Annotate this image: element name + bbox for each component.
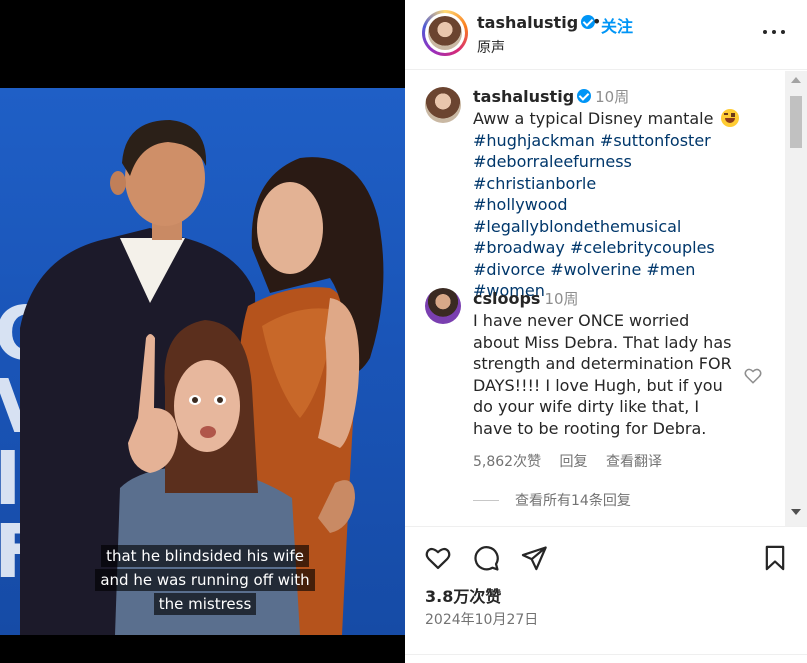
- comment-like-heart-icon[interactable]: [744, 367, 762, 385]
- comment-text: I have never ONCE worried about Miss Deb…: [473, 311, 732, 438]
- caption-author[interactable]: tashalustig 10周: [473, 86, 629, 107]
- hashtag-link[interactable]: #hollywood: [473, 195, 568, 214]
- comment-like-count: 5,862次赞: [473, 454, 542, 470]
- post-header: tashalustig • 关注 原声: [405, 0, 807, 70]
- caption-text: Aww a typical Disney mantale #hughjackma…: [473, 108, 743, 302]
- commenter-name[interactable]: csloops 10周: [473, 288, 579, 309]
- scrollbar-thumb[interactable]: [790, 96, 802, 148]
- more-options-icon[interactable]: [761, 20, 787, 44]
- caption-author-avatar[interactable]: [425, 87, 461, 123]
- verified-badge-icon: [577, 89, 592, 103]
- post-photo[interactable]: CK VI I F: [0, 88, 405, 635]
- scroll-up-arrow-icon[interactable]: [791, 77, 801, 83]
- video-subtitle: that he blindsided his wife and he was r…: [80, 544, 330, 616]
- hashtag-link[interactable]: #deborraleefurness: [473, 152, 632, 171]
- reply-button[interactable]: 回复: [560, 454, 588, 470]
- comment-actions: 5,862次赞 回复 查看翻译: [473, 451, 676, 471]
- hashtag-link[interactable]: #wolverine: [550, 260, 641, 279]
- comment-age: 10周: [544, 290, 579, 308]
- save-bookmark-icon[interactable]: [761, 544, 789, 572]
- commenter-avatar[interactable]: [425, 288, 461, 324]
- hashtag-link[interactable]: #suttonfoster: [600, 131, 711, 150]
- hashtag-link[interactable]: #legallyblondethemusical: [473, 217, 681, 236]
- post-actions-bar: 3.8万次赞 2024年10月27日: [405, 528, 807, 663]
- caption-age: 10周: [595, 88, 630, 106]
- comments-section[interactable]: tashalustig 10周 Aww a typical Disney mant…: [405, 71, 807, 527]
- author-avatar[interactable]: [422, 10, 468, 56]
- original-audio-link[interactable]: 原声: [477, 37, 505, 57]
- view-replies-button[interactable]: 查看所有14条回复: [473, 490, 631, 510]
- post-date[interactable]: 2024年10月27日: [425, 609, 538, 629]
- hashtag-link[interactable]: #christianborle: [473, 174, 596, 193]
- share-send-icon[interactable]: [520, 544, 548, 572]
- follow-button[interactable]: 关注: [601, 13, 633, 37]
- hashtag-link[interactable]: #men: [646, 260, 695, 279]
- see-translation-button[interactable]: 查看翻译: [606, 454, 662, 470]
- hashtag-link[interactable]: #celebritycouples: [570, 238, 715, 257]
- author-username[interactable]: tashalustig: [477, 13, 596, 32]
- hashtag-link[interactable]: #broadway: [473, 238, 565, 257]
- post-like-count[interactable]: 3.8万次赞: [425, 583, 501, 607]
- like-heart-icon[interactable]: [424, 544, 452, 572]
- laughing-emoji-icon: [720, 109, 739, 127]
- divider: [405, 654, 807, 655]
- comment-bubble-icon[interactable]: [472, 544, 500, 572]
- hashtag-link[interactable]: #hughjackman: [473, 131, 595, 150]
- scroll-down-arrow-icon[interactable]: [791, 509, 801, 515]
- hashtag-link[interactable]: #divorce: [473, 260, 545, 279]
- post-detail-panel: tashalustig • 关注 原声 tashalustig 10周 Aww a…: [405, 0, 807, 663]
- comments-scrollbar[interactable]: [785, 71, 807, 526]
- post-media[interactable]: CK VI I F: [0, 0, 405, 663]
